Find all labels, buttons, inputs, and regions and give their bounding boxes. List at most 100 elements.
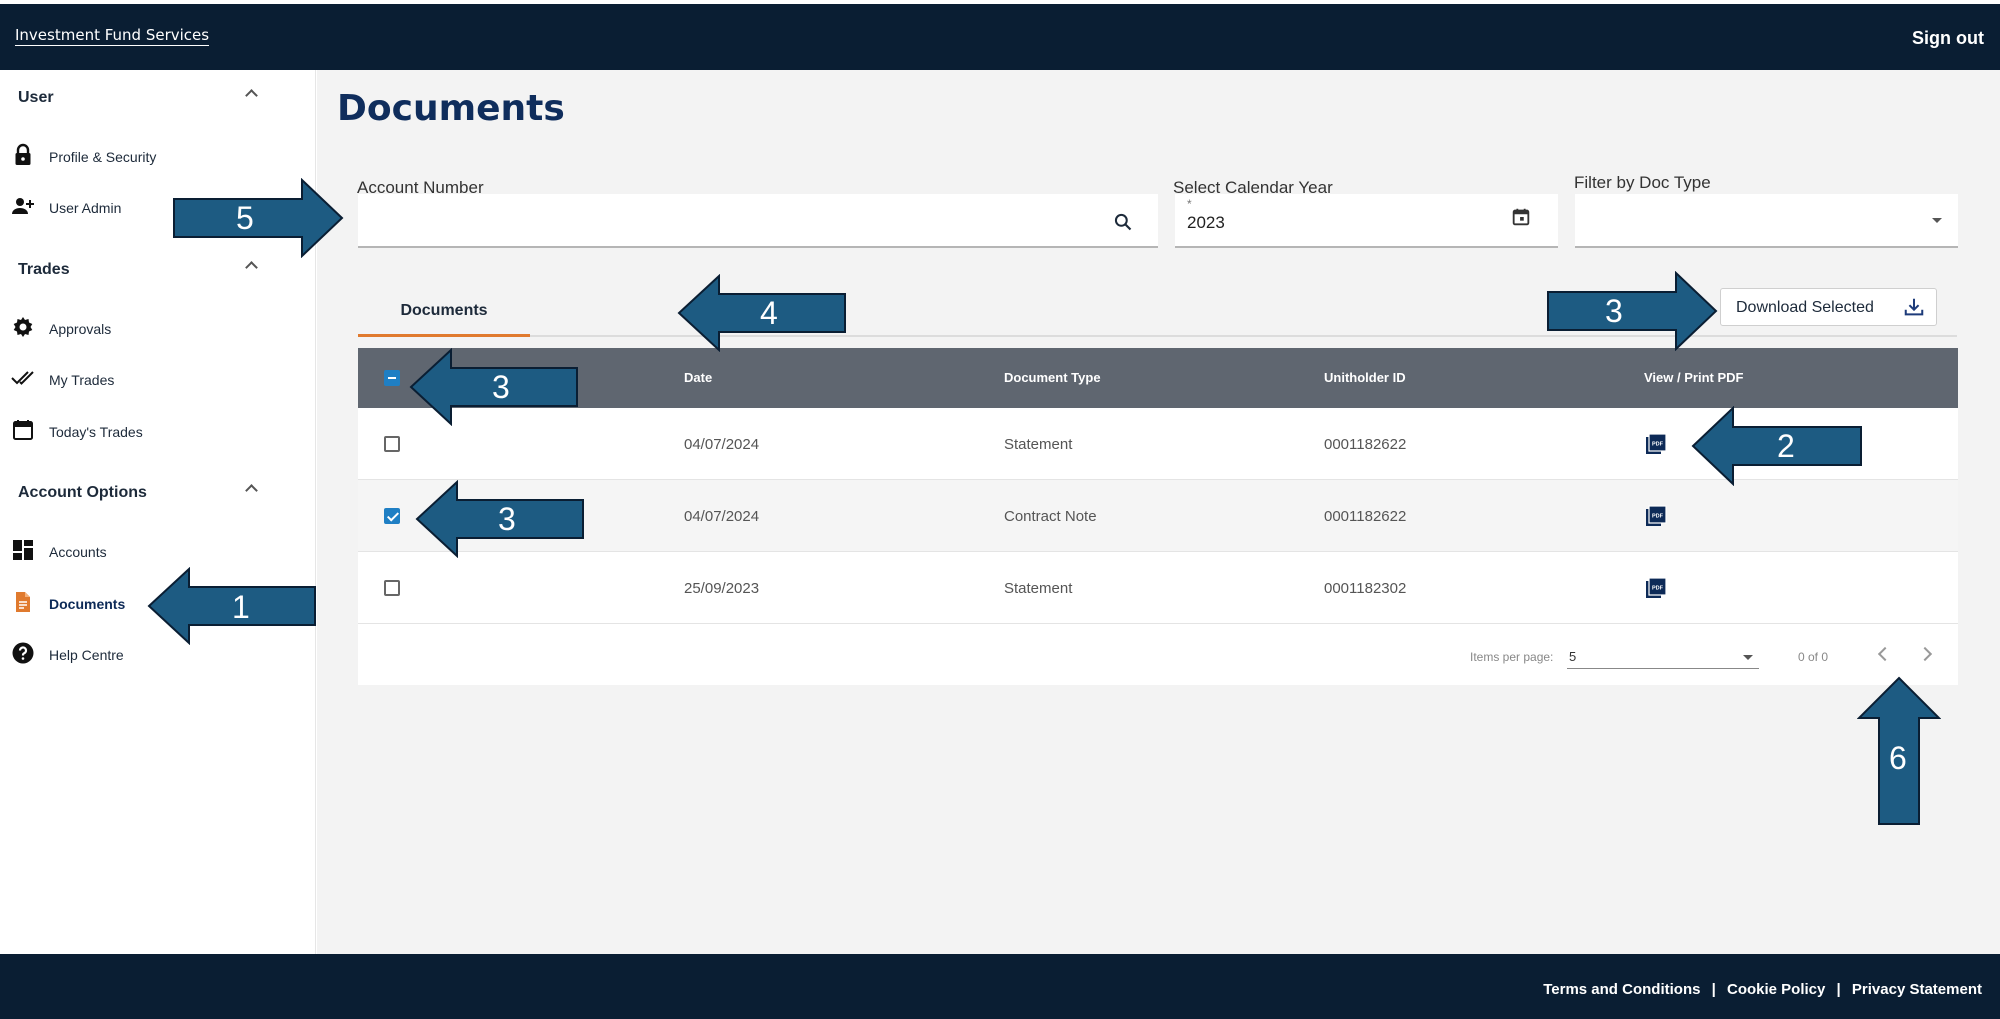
sign-out-link[interactable]: Sign out: [1912, 28, 1984, 49]
row-document-type: Statement: [1004, 580, 1073, 597]
sidebar-item-label: Accounts: [49, 544, 107, 560]
items-per-page-label: Items per page:: [1470, 650, 1554, 664]
column-header-view-print-pdf: View / Print PDF: [1644, 370, 1744, 385]
annotation-arrow-3-download: 3: [1546, 271, 1718, 351]
row-unitholder-id: 0001182622: [1324, 436, 1407, 453]
annotation-number: 6: [1889, 740, 1907, 776]
annotation-number: 3: [498, 501, 516, 537]
table-header: Date Document Type Unitholder ID View / …: [358, 348, 1958, 408]
download-icon: [1904, 298, 1924, 316]
row-checkbox[interactable]: [384, 508, 400, 524]
annotation-arrow-3-row-checkbox: 3: [415, 480, 585, 558]
dashboard-icon: [13, 540, 33, 560]
pdf-icon[interactable]: PDF: [1644, 432, 1668, 456]
row-document-type: Contract Note: [1004, 508, 1097, 525]
documents-table: Date Document Type Unitholder ID View / …: [358, 348, 1958, 685]
select-all-checkbox[interactable]: [384, 370, 400, 386]
annotation-number: 2: [1777, 428, 1795, 464]
calendar-year-value: 2023: [1187, 213, 1225, 232]
footer-separator: |: [1711, 981, 1716, 998]
lock-icon: [15, 143, 31, 165]
row-unitholder-id: 0001182622: [1324, 508, 1407, 525]
annotation-arrow-1: 1: [147, 567, 317, 645]
annotation-arrow-4: 4: [677, 274, 847, 352]
sidebar-item-accounts[interactable]: Accounts: [0, 532, 316, 572]
annotation-arrow-3-select-all: 3: [409, 348, 579, 426]
pdf-icon[interactable]: PDF: [1644, 504, 1668, 528]
footer: Terms and Conditions | Cookie Policy | P…: [0, 954, 2000, 1019]
document-icon: [16, 592, 30, 612]
sidebar-section-trades-title[interactable]: Trades: [18, 261, 70, 279]
sidebar-item-label: User Admin: [49, 200, 122, 216]
column-header-date[interactable]: Date: [684, 370, 712, 385]
sidebar-section-user-title[interactable]: User: [18, 89, 54, 107]
annotation-arrow-6: 6: [1857, 676, 1941, 826]
required-marker: *: [1187, 197, 1192, 211]
sidebar-item-my-trades[interactable]: My Trades: [0, 360, 316, 400]
row-checkbox[interactable]: [384, 580, 400, 596]
chevron-up-icon[interactable]: [244, 482, 260, 494]
sidebar-item-label: My Trades: [49, 372, 115, 388]
account-number-input[interactable]: [358, 194, 1158, 248]
svg-text:PDF: PDF: [1652, 514, 1664, 520]
column-header-document-type[interactable]: Document Type: [1004, 370, 1101, 385]
download-selected-button[interactable]: Download Selected: [1720, 288, 1937, 326]
footer-links: Terms and Conditions | Cookie Policy | P…: [1543, 981, 1982, 998]
search-icon[interactable]: [1113, 212, 1133, 232]
annotation-number: 3: [1605, 293, 1623, 329]
tab-documents[interactable]: Documents: [358, 292, 530, 337]
dropdown-arrow-icon: [1932, 218, 1942, 223]
row-date: 04/07/2024: [684, 508, 760, 525]
chevron-up-icon[interactable]: [244, 87, 260, 99]
dropdown-arrow-icon: [1743, 655, 1753, 660]
doc-type-label: Filter by Doc Type: [1574, 173, 1711, 192]
annotation-arrow-2: 2: [1691, 406, 1863, 486]
cookie-policy-link[interactable]: Cookie Policy: [1727, 981, 1825, 998]
next-page-button[interactable]: [1915, 642, 1939, 666]
row-document-type: Statement: [1004, 436, 1073, 453]
table-row[interactable]: 04/07/2024 Contract Note 0001182622 PDF: [358, 480, 1958, 552]
download-selected-label: Download Selected: [1736, 299, 1874, 316]
sidebar-item-label: Profile & Security: [49, 149, 157, 165]
paginator: Items per page: 5 0 of 0: [358, 624, 1958, 685]
app-window: Investment Fund Services Sign out User P…: [0, 0, 2000, 1019]
row-date: 04/07/2024: [684, 436, 760, 453]
page-title: Documents: [337, 88, 565, 129]
sidebar-section-account-options-title[interactable]: Account Options: [18, 484, 147, 502]
annotation-number: 1: [232, 589, 250, 625]
brand-logo-text[interactable]: Investment Fund Services: [15, 26, 210, 46]
sidebar-item-profile-security[interactable]: Profile & Security: [0, 137, 316, 177]
calendar-icon[interactable]: [1510, 206, 1532, 228]
top-bar: Investment Fund Services Sign out: [0, 4, 2000, 70]
doc-type-select[interactable]: [1575, 194, 1958, 248]
user-add-icon: [12, 198, 34, 214]
row-unitholder-id: 0001182302: [1324, 580, 1407, 597]
annotation-number: 3: [492, 369, 510, 405]
gear-icon: [13, 317, 33, 337]
annotation-arrow-5: 5: [172, 178, 344, 258]
help-icon: [12, 642, 34, 664]
terms-link[interactable]: Terms and Conditions: [1543, 981, 1700, 998]
column-header-unitholder-id[interactable]: Unitholder ID: [1324, 370, 1406, 385]
previous-page-button[interactable]: [1872, 642, 1896, 666]
sidebar-item-label: Documents: [49, 596, 126, 612]
row-checkbox[interactable]: [384, 436, 400, 452]
svg-text:PDF: PDF: [1652, 586, 1664, 592]
page-range-label: 0 of 0: [1798, 650, 1829, 664]
sidebar-item-approvals[interactable]: Approvals: [0, 309, 316, 349]
table-row[interactable]: 25/09/2023 Statement 0001182302 PDF: [358, 552, 1958, 624]
calendar-icon: [13, 420, 33, 440]
sidebar-item-label: Approvals: [49, 321, 112, 337]
items-per-page-value: 5: [1569, 649, 1577, 664]
privacy-statement-link[interactable]: Privacy Statement: [1852, 981, 1982, 998]
items-per-page-select[interactable]: 5: [1567, 641, 1759, 669]
footer-separator: |: [1836, 981, 1841, 998]
sidebar-item-todays-trades[interactable]: Today's Trades: [0, 412, 316, 452]
row-date: 25/09/2023: [684, 580, 760, 597]
calendar-year-input[interactable]: * 2023: [1175, 194, 1558, 248]
sidebar-item-label: Today's Trades: [49, 424, 143, 440]
sidebar-item-label: Help Centre: [49, 647, 124, 663]
pdf-icon[interactable]: PDF: [1644, 576, 1668, 600]
chevron-up-icon[interactable]: [244, 259, 260, 271]
double-check-icon: [11, 371, 34, 385]
